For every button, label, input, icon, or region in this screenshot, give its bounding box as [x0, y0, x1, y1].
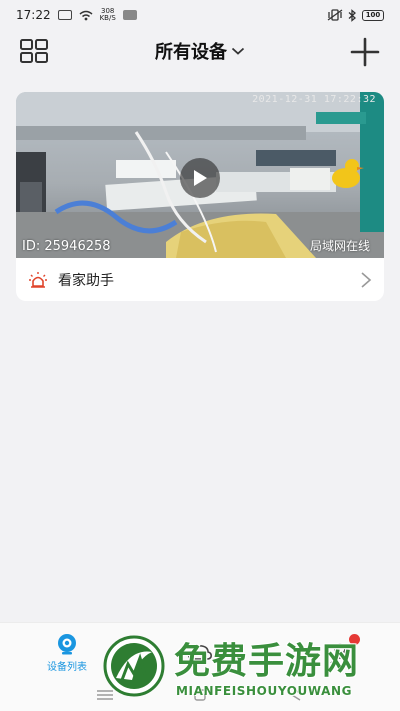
device-id: ID: 25946258 [22, 239, 111, 254]
wifi-icon [79, 10, 93, 20]
vibrate-icon [327, 9, 343, 21]
device-group-selector[interactable]: 所有设备 [0, 30, 400, 72]
net-speed: 308 KB/S [99, 7, 116, 22]
battery-icon: 100 [362, 9, 384, 21]
video-preview[interactable]: 2021-12-31 17:22:32 ID: 25946258 局域网在线 [16, 92, 384, 258]
video-timestamp: 2021-12-31 17:22:32 [252, 94, 376, 105]
watermark-title: 免费手游网 [174, 641, 360, 682]
nav-device-list-label: 设备列表 [47, 662, 87, 673]
nav-device-list[interactable]: 设备列表 [42, 623, 92, 683]
watermark: 免费手游网 MIANFEISHOUYOUWANG [102, 630, 400, 711]
message-icon [57, 10, 72, 20]
bluetooth-icon [348, 8, 356, 22]
home-assistant-label: 看家助手 [58, 272, 114, 289]
header: 所有设备 [0, 30, 400, 72]
play-button[interactable] [180, 158, 220, 198]
status-time: 17:22 [16, 8, 51, 22]
camera-nav-icon [58, 634, 76, 655]
watermark-logo-icon [103, 635, 165, 697]
home-assistant-row[interactable]: 看家助手 [16, 258, 384, 301]
status-bar: 17:22 308 KB/S 100 [0, 0, 400, 30]
add-device-icon[interactable] [350, 37, 380, 67]
play-icon [194, 170, 207, 186]
device-card[interactable]: 2021-12-31 17:22:32 ID: 25946258 局域网在线 看… [16, 92, 384, 301]
chevron-down-icon [231, 47, 245, 55]
alarm-siren-icon [29, 271, 47, 288]
device-status: 局域网在线 [309, 239, 370, 253]
app-notification-icon [122, 10, 137, 20]
chevron-right-icon [361, 272, 372, 288]
watermark-subtitle: MIANFEISHOUYOUWANG [176, 684, 353, 698]
page-title: 所有设备 [155, 42, 227, 63]
